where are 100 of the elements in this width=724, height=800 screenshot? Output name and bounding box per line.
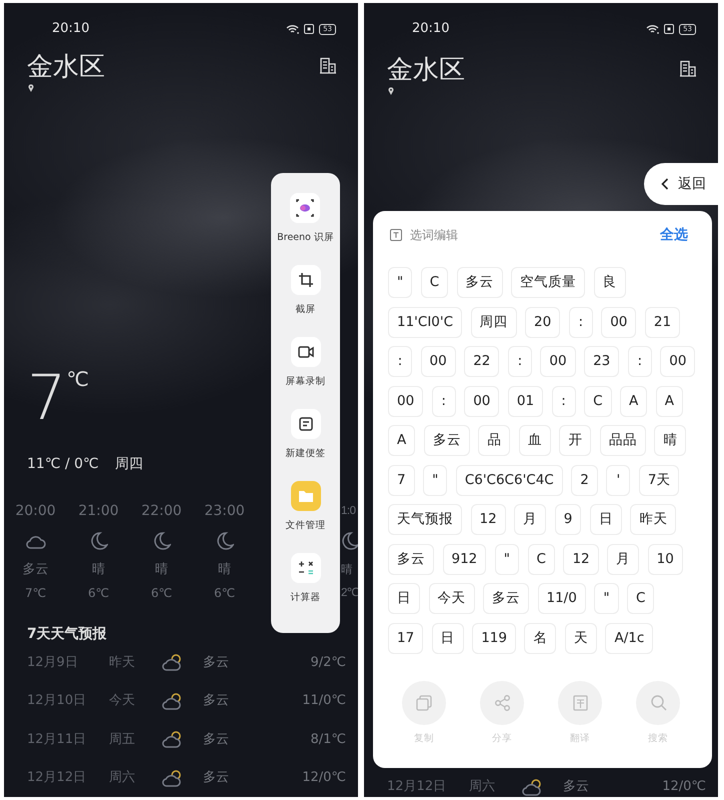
word-chip[interactable]: 2 [571, 464, 598, 496]
shortcut-label: 截屏 [296, 304, 316, 316]
word-chip[interactable]: 11'CI0'C [388, 306, 462, 338]
word-chip[interactable]: C [584, 386, 612, 416]
hour-time: 21:00 [77, 502, 120, 521]
word-chip[interactable]: 血 [518, 425, 551, 456]
word-chip[interactable]: 00 [540, 346, 576, 377]
cloud-sun-icon [161, 652, 183, 672]
word-chip[interactable]: 912 [442, 544, 486, 574]
word-chip[interactable]: 多云 [456, 267, 503, 298]
word-chip[interactable]: 多云 [424, 425, 470, 456]
word-chip[interactable]: 今天 [428, 583, 474, 614]
sidebar-shortcut-button[interactable] [290, 265, 320, 295]
back-button[interactable]: 返回 [644, 163, 718, 205]
word-chip[interactable]: 22 [464, 346, 500, 377]
share-icon [494, 694, 510, 712]
select-all-button[interactable]: 全选 [660, 226, 688, 244]
status-time: 20:10 [412, 20, 450, 38]
word-chip[interactable]: 21 [644, 306, 680, 338]
word-chip[interactable]: 月 [607, 544, 640, 574]
word-chip[interactable]: 11/0 [538, 583, 586, 614]
status-time: 20:10 [52, 20, 90, 38]
forecast-date: 12月10日 [27, 692, 88, 710]
word-chip[interactable]: 00 [660, 346, 696, 377]
word-chip[interactable]: 晴 [654, 425, 686, 456]
word-chip[interactable]: 多云 [388, 544, 434, 574]
word-chip[interactable]: : [388, 346, 412, 377]
word-chip[interactable]: " [494, 544, 519, 574]
word-chip[interactable]: 23 [584, 346, 620, 377]
word-chip[interactable]: : [628, 346, 652, 377]
sidebar-shortcut-button[interactable] [290, 553, 320, 583]
copy-icon [416, 694, 432, 712]
forecast-condition: 多云 [203, 692, 229, 710]
word-chip[interactable]: 天气预报 [388, 504, 462, 535]
word-chip[interactable]: 01 [508, 386, 544, 416]
word-chip[interactable]: 品 [478, 425, 510, 456]
word-chip[interactable]: " [388, 267, 412, 298]
word-chip[interactable]: 7天 [638, 464, 680, 496]
word-chip[interactable]: 品品 [600, 425, 646, 456]
word-chip[interactable]: 12 [563, 544, 599, 574]
word-chip[interactable]: 月 [514, 504, 546, 535]
weekday-label: 周四 [114, 455, 143, 473]
forecast-day: 周六 [469, 777, 521, 797]
word-chip[interactable]: 9 [554, 504, 582, 535]
hour-time: 1:0 [341, 504, 356, 519]
word-chip[interactable]: A [388, 425, 416, 456]
temperature-range: 11℃ / 0℃ [27, 455, 99, 473]
word-chip[interactable]: 00 [388, 386, 424, 416]
location-title: 金水区 [387, 55, 465, 85]
word-chip[interactable]: 良 [594, 267, 626, 298]
word-chip[interactable]: 00 [601, 306, 636, 338]
hour-temperature: 7℃ [24, 585, 48, 601]
word-chip[interactable]: 119 [472, 622, 516, 654]
hour-condition: 晴 [154, 561, 169, 579]
word-chip[interactable]: 17 [388, 622, 424, 654]
location-pin-icon [388, 87, 394, 95]
word-chip[interactable]: 20 [525, 306, 560, 338]
word-chip[interactable]: 昨天 [630, 504, 676, 535]
forecast-date: 12月11日 [27, 730, 88, 748]
sidebar-shortcut-button[interactable] [290, 409, 320, 439]
word-chip[interactable]: 00 [464, 386, 500, 416]
word-chip[interactable]: 日 [432, 622, 464, 654]
moon-icon [216, 531, 234, 551]
word-chip[interactable]: 10 [648, 544, 683, 574]
forecast-temperature: 12/0℃ [662, 778, 706, 796]
word-chip[interactable]: 周四 [470, 306, 517, 338]
chevron-left-icon [661, 178, 669, 190]
word-chip[interactable]: A/1c [605, 622, 654, 654]
forecast-temperature: 11/0℃ [302, 692, 346, 710]
forecast-condition: 多云 [563, 778, 589, 796]
word-chip[interactable]: : [568, 306, 593, 338]
word-chip[interactable]: 00 [420, 346, 456, 377]
word-chip[interactable]: " [423, 464, 448, 496]
folder-icon [290, 481, 320, 511]
word-chip[interactable]: 名 [524, 622, 556, 654]
word-chip[interactable]: : [432, 386, 456, 416]
word-chip[interactable]: A [620, 386, 648, 416]
hour-time: 23:00 [203, 502, 246, 521]
word-chip[interactable]: ' [606, 464, 630, 496]
word-chip[interactable]: C [420, 267, 448, 298]
word-chip[interactable]: : [508, 346, 532, 377]
word-chip[interactable]: C6'C6C6'C4C [456, 464, 563, 496]
word-chip[interactable]: C [627, 583, 654, 614]
word-chip[interactable]: A [656, 386, 683, 416]
word-chip[interactable]: C [528, 544, 555, 574]
screen-icon [304, 24, 314, 34]
word-chip[interactable]: 开 [559, 425, 592, 456]
word-chip[interactable]: 空气质量 [511, 267, 586, 298]
screen-icon [664, 24, 674, 34]
word-chip[interactable]: 日 [590, 504, 622, 535]
word-chip[interactable]: : [552, 386, 576, 416]
word-chip[interactable]: " [594, 583, 619, 614]
word-chip[interactable]: 12 [470, 504, 506, 535]
wifi-icon [646, 24, 660, 34]
word-chip[interactable]: 7 [388, 464, 415, 496]
search-icon [650, 694, 666, 712]
word-chip[interactable]: 日 [388, 583, 420, 614]
word-chip[interactable]: 天 [564, 622, 597, 654]
word-chip[interactable]: 多云 [483, 583, 529, 614]
sidebar-shortcut-button[interactable] [290, 337, 320, 367]
